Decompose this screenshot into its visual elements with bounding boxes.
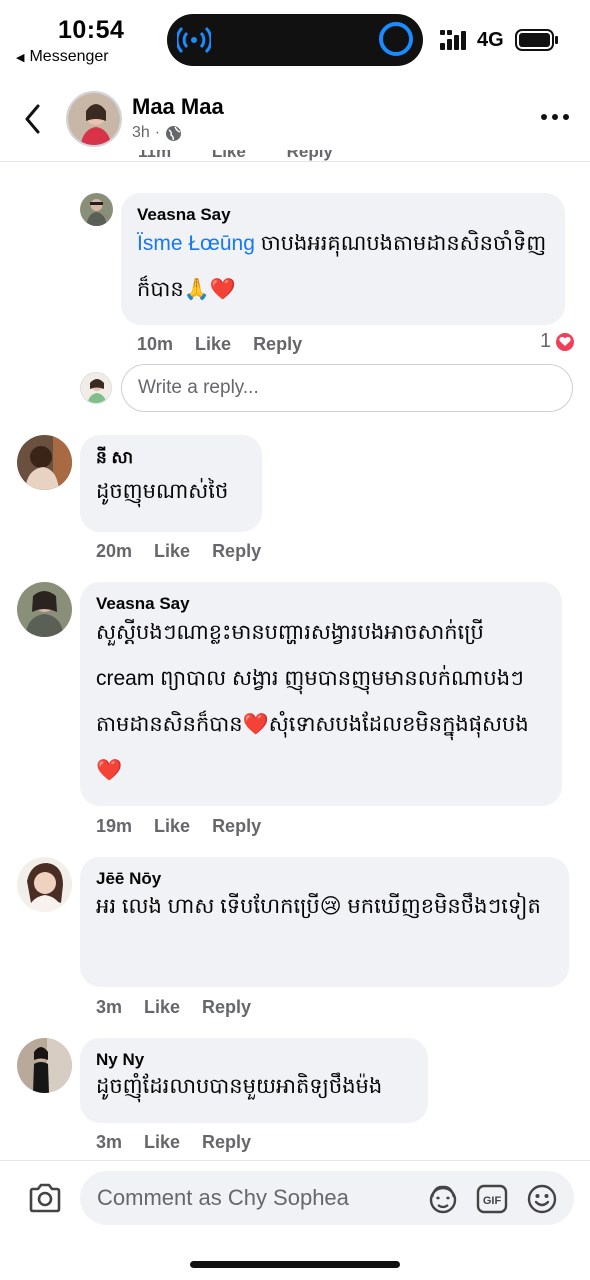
reaction-count[interactable]: 1 [540, 330, 577, 353]
home-indicator [190, 1261, 400, 1268]
status-time: 10:54 [58, 16, 125, 44]
network-type: 4G [477, 29, 504, 51]
comment-input[interactable]: Comment as Chy Sophea GIF [80, 1171, 574, 1225]
clipped-comment-actions: 11m Like Reply [138, 150, 369, 163]
status-bar: 10:54 ◀ Messenger 4G [0, 0, 590, 80]
comment-bubble[interactable]: Ny Ny ដូចញុំដែរលាបបានមួយអាតិទ្យថឹងម៉ង [80, 1038, 428, 1123]
commenter-avatar[interactable] [17, 435, 72, 490]
comment-actions: 3m Like Reply [96, 997, 251, 1018]
current-user-avatar [80, 372, 112, 404]
camera-icon[interactable] [28, 1183, 62, 1213]
like-button[interactable]: Like [154, 816, 190, 837]
commenter-name[interactable]: នី សា [96, 447, 246, 472]
back-to-app-link[interactable]: ◀ Messenger [16, 48, 109, 66]
comment-time: 20m [96, 541, 133, 561]
reply-button[interactable]: Reply [202, 997, 251, 1018]
gif-icon[interactable]: GIF [476, 1183, 508, 1215]
comment-time: 19m [96, 816, 133, 836]
comment-bubble[interactable]: Veasna Say សួស្តីបងៗណាខ្លះមានបញ្ហារសង្វា… [80, 582, 562, 806]
post-meta: 3h · [132, 124, 182, 142]
author-name[interactable]: Maa Maa [132, 94, 224, 120]
clipped-reply[interactable]: Reply [287, 150, 333, 162]
emoji-icon[interactable] [526, 1183, 558, 1215]
comment-actions: 20m Like Reply [96, 541, 261, 562]
more-options-icon[interactable] [540, 112, 570, 122]
reply-placeholder: Write a reply... [138, 377, 259, 398]
comment-time: 3m [96, 1132, 123, 1152]
reply-button[interactable]: Reply [202, 1132, 251, 1153]
mention-link[interactable]: Ïsme Łœūng [137, 232, 255, 255]
screen-record-icon [379, 22, 413, 56]
comment-text: អរ លេង ហាស ទើបហែកប្រើ😢 មកឃើញខមិនថឹងៗទៀត [96, 895, 541, 918]
write-reply-input[interactable]: Write a reply... [121, 364, 573, 412]
reply-button[interactable]: Reply [212, 816, 261, 837]
globe-icon [166, 125, 182, 141]
commenter-avatar[interactable] [17, 582, 72, 637]
comment-placeholder: Comment as Chy Sophea [97, 1185, 349, 1210]
comment-composer-bar: Comment as Chy Sophea GIF [0, 1160, 590, 1280]
avatar-sticker-icon[interactable] [427, 1183, 459, 1215]
comment-text: ដូចញុមណាស់ថៃ [96, 480, 229, 503]
comment-actions: 19m Like Reply [96, 816, 261, 837]
comment-text: ដូចញុំដែរលាបបានមួយអាតិទ្យថឹងម៉ង [96, 1075, 383, 1098]
like-button[interactable]: Like [144, 997, 180, 1018]
reaction-number: 1 [540, 330, 552, 352]
comment-bubble[interactable]: នី សា ដូចញុមណាស់ថៃ [80, 435, 262, 532]
clipped-time: 11m [138, 150, 172, 161]
post-time: 3h [132, 124, 150, 141]
comment-bubble[interactable]: Veasna Say Ïsme Łœūng ចាបងអរគុណបងតាមដានស… [121, 193, 565, 325]
meta-dot: · [154, 124, 161, 141]
reply-button[interactable]: Reply [212, 541, 261, 562]
like-button[interactable]: Like [154, 541, 190, 562]
battery-icon [515, 29, 558, 51]
like-button[interactable]: Like [144, 1132, 180, 1153]
signal-icon [440, 30, 466, 50]
like-button[interactable]: Like [195, 334, 231, 355]
dynamic-island [167, 14, 423, 66]
back-triangle-icon: ◀ [16, 51, 25, 64]
wifi-calling-icon [177, 26, 211, 54]
commenter-avatar[interactable] [17, 1038, 72, 1093]
comment-bubble[interactable]: Jēē Nōy អរ លេង ហាស ទើបហែកប្រើ😢 មកឃើញខមិន… [80, 857, 569, 987]
clipped-like[interactable]: Like [212, 150, 246, 162]
commenter-name[interactable]: Ny Ny [96, 1050, 412, 1070]
commenter-avatar[interactable] [17, 857, 72, 912]
comment-actions: 10m Like Reply [137, 334, 302, 355]
back-chevron-icon[interactable] [18, 100, 48, 138]
comment-text: Ïsme Łœūng ចាបងអរគុណបងតាមដានសិនចាំទិញក៏ប… [137, 221, 549, 313]
heart-reaction-icon [554, 330, 577, 353]
comment-time: 3m [96, 997, 123, 1017]
author-avatar[interactable] [66, 91, 122, 147]
back-app-label: Messenger [29, 48, 109, 65]
comment-time: 10m [137, 334, 174, 354]
comment-actions: 3m Like Reply [96, 1132, 251, 1153]
reply-button[interactable]: Reply [253, 334, 302, 355]
svg-text:GIF: GIF [483, 1195, 502, 1207]
comment-text: សួស្តីបងៗណាខ្លះមានបញ្ហារសង្វារបងអាចសាក់ប… [96, 621, 529, 782]
commenter-avatar[interactable] [80, 193, 113, 226]
